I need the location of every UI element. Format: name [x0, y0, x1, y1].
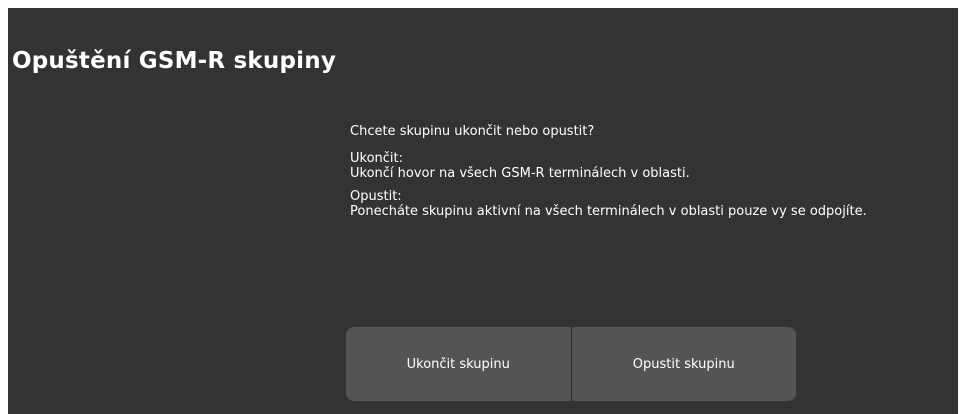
end-option-text: Ukončí hovor na všech GSM-R terminálech … [350, 166, 690, 181]
dialog-button-bar: Ukončit skupinu Opustit skupinu [346, 327, 796, 401]
end-option-heading: Ukončit: [350, 151, 404, 166]
leave-option-heading: Opustit: [350, 189, 402, 204]
dialog-question: Chcete skupinu ukončit nebo opustit? [350, 124, 595, 139]
end-group-button[interactable]: Ukončit skupinu [346, 327, 571, 401]
end-option-description: Ukončit: Ukončí hovor na všech GSM-R ter… [350, 151, 950, 181]
leave-option-description: Opustit: Ponecháte skupinu aktivní na vš… [350, 189, 950, 219]
leave-group-dialog: Opuštění GSM-R skupiny Chcete skupinu uk… [8, 8, 958, 414]
dialog-title: Opuštění GSM-R skupiny [12, 48, 337, 74]
leave-group-button[interactable]: Opustit skupinu [571, 327, 796, 401]
dialog-content: Chcete skupinu ukončit nebo opustit? Uko… [350, 124, 950, 227]
leave-option-text: Ponecháte skupinu aktivní na všech termi… [350, 204, 867, 219]
